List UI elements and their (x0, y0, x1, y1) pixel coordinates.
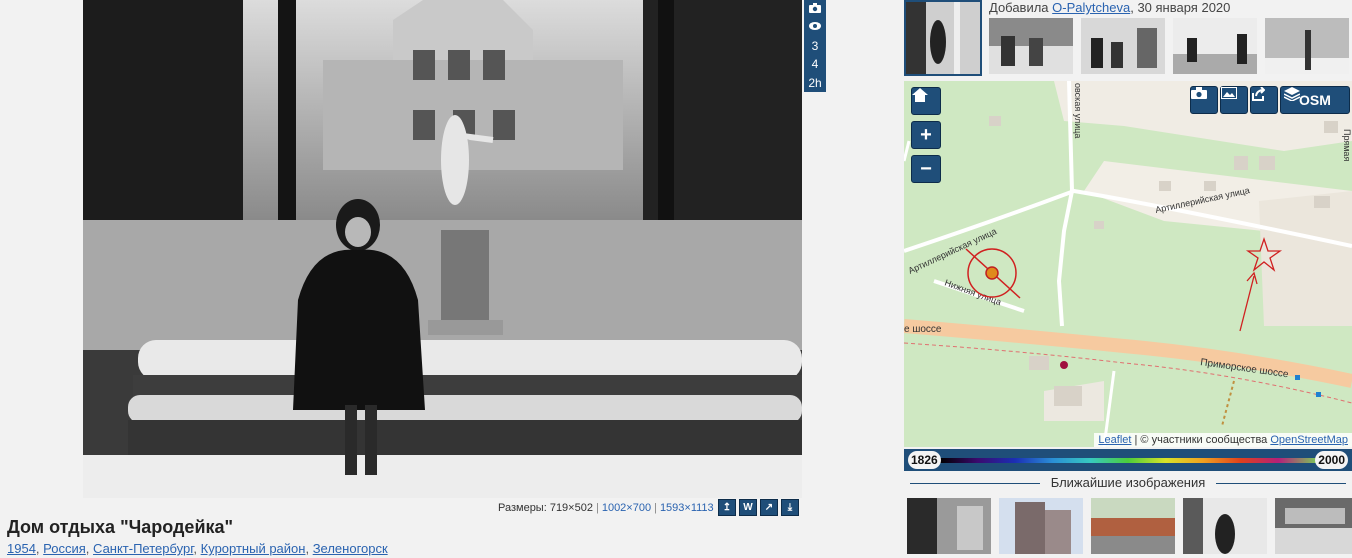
thumbnail[interactable] (907, 498, 991, 554)
timeline-gradient (940, 458, 1316, 463)
zoom-in-button[interactable]: + (911, 121, 941, 149)
osm-label: OSM (1299, 92, 1331, 108)
added-prefix: Добавила (989, 0, 1049, 15)
thumbnail[interactable] (1091, 498, 1175, 554)
breadcrumb-country[interactable]: Россия (43, 541, 86, 556)
views-week: 4 (811, 57, 819, 72)
size-buttons: ↥ W ↗ ⤓ (718, 499, 799, 516)
street-label-pryamaya: Прямая (1342, 129, 1352, 161)
thumbnail[interactable] (989, 18, 1073, 74)
share-icon[interactable] (1250, 86, 1278, 114)
photo-age: 2h (808, 75, 822, 90)
osm-link[interactable]: OpenStreetMap (1270, 434, 1348, 446)
eye-icon (804, 18, 826, 36)
osm-layer-button[interactable]: OSM (1280, 86, 1350, 114)
added-by: Добавила O-Palytcheva, 30 января 2020 (989, 0, 1230, 15)
breadcrumb: 1954, Россия, Санкт-Петербург, Курортный… (7, 541, 388, 556)
timeline-end-year[interactable]: 2000 (1315, 451, 1348, 469)
share-icon[interactable]: ↗ (760, 499, 778, 516)
thumbnail[interactable] (999, 498, 1083, 554)
home-icon (912, 88, 928, 102)
street-label-shosse-left: е шоссе (904, 324, 942, 335)
breadcrumb-year[interactable]: 1954 (7, 541, 36, 556)
separator: | (654, 502, 657, 514)
thumbnail[interactable] (1081, 18, 1165, 74)
uploader-link[interactable]: O-Palytcheva (1052, 0, 1130, 15)
thumbnail[interactable] (1275, 498, 1352, 554)
size-large-link[interactable]: 1593×1113 (660, 502, 714, 514)
author-thumbnails (989, 18, 1349, 74)
views-day: 3 (811, 38, 819, 53)
layers-icon (1284, 87, 1300, 101)
map[interactable]: Артиллерийская улица Артиллерийская улиц… (904, 81, 1352, 447)
nearest-thumbnails (907, 498, 1352, 554)
camera-icon[interactable] (804, 0, 826, 18)
year-timeline[interactable]: 1826 2000 (904, 449, 1352, 471)
nearest-images-heading: Ближайшие изображения (904, 475, 1352, 491)
thumbnail[interactable] (1265, 18, 1349, 74)
thumbnail[interactable] (1173, 18, 1257, 74)
breadcrumb-town[interactable]: Зеленогорск (313, 541, 388, 556)
thumbnail[interactable] (1183, 498, 1267, 554)
zoom-out-button[interactable]: − (911, 155, 941, 183)
added-date: , 30 января 2020 (1130, 0, 1231, 15)
image-icon[interactable] (1220, 86, 1248, 114)
page-title: Дом отдыха "Чародейка" (7, 517, 234, 537)
watermark-button[interactable]: W (739, 499, 757, 516)
home-button[interactable] (911, 87, 941, 115)
upload-icon[interactable]: ↥ (718, 499, 736, 516)
breadcrumb-district[interactable]: Курортный район (201, 541, 306, 556)
attribution-text: | © участники сообщества (1131, 434, 1271, 446)
main-photo[interactable] (83, 0, 802, 498)
sizes-label: Размеры: 719×502 (498, 502, 593, 514)
map-attribution: Leaflet | © участники сообщества OpenStr… (1094, 433, 1352, 447)
size-medium-link[interactable]: 1002×700 (602, 502, 651, 514)
sizes-line: Размеры: 719×502 | 1002×700 | 1593×1113 (498, 500, 714, 516)
separator: | (595, 502, 599, 514)
download-icon[interactable]: ⤓ (781, 499, 799, 516)
camera-icon[interactable] (1190, 86, 1218, 114)
timeline-start-year[interactable]: 1826 (908, 451, 941, 469)
street-label-vertical: овская улица (1073, 83, 1083, 138)
selected-thumbnail[interactable] (904, 0, 982, 76)
leaflet-link[interactable]: Leaflet (1098, 434, 1131, 446)
photo-stats: 3 4 2h (804, 0, 826, 92)
breadcrumb-city[interactable]: Санкт-Петербург (93, 541, 193, 556)
page: 3 4 2h Размеры: 719×502 | 1002×700 | 159… (0, 0, 1352, 558)
